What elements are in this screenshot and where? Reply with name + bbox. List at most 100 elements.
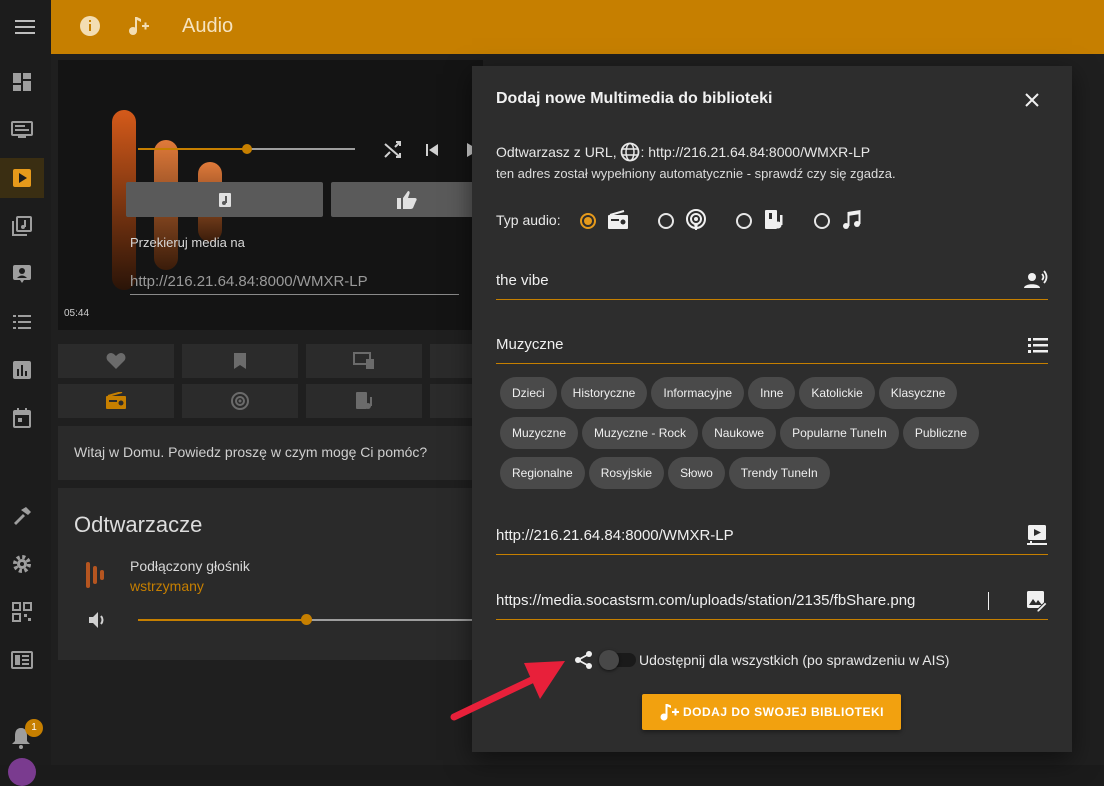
shuffle-icon[interactable] bbox=[384, 141, 402, 159]
url-note: ten adres został wypełniony automatyczni… bbox=[496, 166, 896, 181]
redirect-label: Przekieruj media na bbox=[130, 235, 245, 250]
thumb-up-icon bbox=[397, 190, 417, 209]
chip-dzieci[interactable]: Dzieci bbox=[500, 377, 557, 409]
list-icon bbox=[13, 315, 31, 329]
sidebar-item-audio[interactable] bbox=[0, 158, 44, 198]
image-url-field[interactable]: https://media.socastsrm.com/uploads/stat… bbox=[496, 584, 1048, 620]
video-input-icon bbox=[1027, 525, 1047, 545]
text-cursor bbox=[988, 592, 989, 610]
chip-publiczne[interactable]: Publiczne bbox=[902, 417, 979, 449]
sidebar-item-tools[interactable] bbox=[0, 496, 44, 536]
info-button[interactable] bbox=[80, 16, 100, 36]
redirect-input-placeholder: http://216.21.64.84:8000/WMXR-LP bbox=[130, 273, 368, 290]
sidebar-item-qr[interactable] bbox=[0, 592, 44, 632]
url-value: : http://216.21.64.84:8000/WMXR-LP bbox=[640, 144, 871, 160]
url-prefix: Odtwarzasz z URL, bbox=[496, 144, 617, 160]
chart-icon bbox=[13, 361, 31, 379]
audio-type-radio-radio[interactable] bbox=[580, 213, 596, 229]
name-field[interactable]: the vibe bbox=[496, 264, 1048, 300]
chip-muzyczne-rock[interactable]: Muzyczne - Rock bbox=[582, 417, 699, 449]
radio-icon bbox=[608, 210, 628, 229]
chip-trendy-tunein[interactable]: Trendy TuneIn bbox=[728, 457, 830, 489]
audiobook-tile[interactable] bbox=[306, 384, 422, 418]
chip-popularne-tunein[interactable]: Popularne TuneIn bbox=[780, 417, 899, 449]
stream-url-value: http://216.21.64.84:8000/WMXR-LP bbox=[496, 527, 734, 544]
globe-icon bbox=[621, 142, 640, 162]
podcast-tile[interactable] bbox=[182, 384, 298, 418]
cast-speaker-icon bbox=[353, 352, 374, 369]
avatar[interactable] bbox=[8, 758, 36, 786]
volume-icon[interactable] bbox=[88, 611, 108, 629]
music-plus-icon bbox=[660, 704, 679, 721]
info-icon bbox=[80, 16, 100, 36]
like-button[interactable] bbox=[331, 182, 483, 217]
add-to-library-button[interactable]: DODAJ DO SWOJEJ BIBLIOTEKI bbox=[642, 694, 901, 730]
progress-thumb[interactable] bbox=[242, 144, 252, 154]
audio-type-radio-audiobook[interactable] bbox=[736, 213, 752, 229]
dialog-title: Dodaj nowe Multimedia do biblioteki bbox=[496, 90, 773, 107]
sidebar-item-calendar[interactable] bbox=[0, 398, 44, 438]
heart-icon bbox=[106, 353, 126, 369]
chip-katolickie[interactable]: Katolickie bbox=[799, 377, 875, 409]
audiobook-icon bbox=[356, 392, 372, 409]
favorites-tile[interactable] bbox=[58, 344, 174, 378]
url-info: Odtwarzasz z URL, : http://216.21.64.84:… bbox=[496, 142, 870, 162]
player-card: Przekieruj media na http://216.21.64.84:… bbox=[58, 60, 483, 330]
players-card: Odtwarzacze Podłączony głośnik wstrzyman… bbox=[58, 488, 483, 660]
image-url-value: https://media.socastsrm.com/uploads/stat… bbox=[496, 592, 916, 609]
devices-tile[interactable] bbox=[306, 344, 422, 378]
notifications-button[interactable]: 1 bbox=[10, 719, 43, 752]
stream-url-field[interactable]: http://216.21.64.84:8000/WMXR-LP bbox=[496, 519, 1048, 555]
chip-rosyjskie[interactable]: Rosyjskie bbox=[588, 457, 665, 489]
volume-thumb[interactable] bbox=[301, 614, 312, 625]
bookmarks-tile[interactable] bbox=[182, 344, 298, 378]
chip-naukowe[interactable]: Naukowe bbox=[702, 417, 777, 449]
chip-klasyczne[interactable]: Klasyczne bbox=[878, 377, 958, 409]
category-field[interactable]: Muzyczne bbox=[496, 328, 1048, 364]
redirect-input[interactable]: http://216.21.64.84:8000/WMXR-LP bbox=[130, 265, 459, 295]
music-library-icon bbox=[12, 216, 32, 236]
qr-code-icon bbox=[12, 602, 32, 622]
record-voice-icon bbox=[1024, 270, 1048, 288]
dashboard-icon bbox=[13, 73, 31, 91]
close-icon[interactable] bbox=[1025, 93, 1039, 107]
radio-tile[interactable] bbox=[58, 384, 174, 418]
chip-informacyjne[interactable]: Informacyjne bbox=[651, 377, 745, 409]
chip-inne[interactable]: Inne bbox=[748, 377, 796, 409]
play-box-icon bbox=[13, 169, 31, 187]
time-label: 05:44 bbox=[64, 308, 90, 319]
sidebar-item-stats[interactable] bbox=[0, 350, 44, 390]
sidebar-item-reader[interactable] bbox=[0, 640, 44, 680]
person-box-icon bbox=[13, 265, 31, 283]
volume-fill bbox=[138, 619, 306, 621]
speaker-name: Podłączony głośnik bbox=[130, 558, 250, 574]
hamburger-icon bbox=[14, 20, 35, 34]
sidebar-item-list[interactable] bbox=[0, 302, 44, 342]
notification-badge: 1 bbox=[25, 719, 43, 737]
audio-type-label: Typ audio: bbox=[496, 212, 561, 228]
chip-muzyczne[interactable]: Muzyczne bbox=[500, 417, 579, 449]
menu-button[interactable] bbox=[0, 0, 51, 54]
top-app-bar: Audio bbox=[51, 0, 1104, 54]
add-music-button[interactable] bbox=[127, 15, 149, 37]
share-toggle[interactable] bbox=[599, 650, 636, 670]
calendar-icon bbox=[13, 408, 31, 428]
share-label: Udostępnij dla wszystkich (po sprawdzeni… bbox=[639, 652, 950, 668]
progress-fill bbox=[138, 148, 246, 150]
sidebar-item-settings[interactable] bbox=[0, 544, 44, 584]
skip-previous-icon[interactable] bbox=[424, 142, 440, 158]
audio-type-radio-music[interactable] bbox=[814, 213, 830, 229]
chip-historyczne[interactable]: Historyczne bbox=[560, 377, 648, 409]
chip-slowo[interactable]: Słowo bbox=[668, 457, 725, 489]
music-button[interactable] bbox=[126, 182, 323, 217]
arrow-annotation-icon bbox=[450, 661, 565, 721]
sidebar-item-dashboard[interactable] bbox=[0, 62, 44, 102]
sidebar-item-library[interactable] bbox=[0, 206, 44, 246]
radio-icon bbox=[106, 392, 126, 409]
sidebar-item-person[interactable] bbox=[0, 254, 44, 294]
chip-regionalne[interactable]: Regionalne bbox=[500, 457, 585, 489]
category-chips: Dzieci Historyczne Informacyjne Inne Katolic… bbox=[500, 377, 1048, 497]
speaker-status: wstrzymany bbox=[130, 578, 204, 594]
audio-type-radio-podcast[interactable] bbox=[658, 213, 674, 229]
sidebar-item-screen[interactable] bbox=[0, 110, 44, 150]
